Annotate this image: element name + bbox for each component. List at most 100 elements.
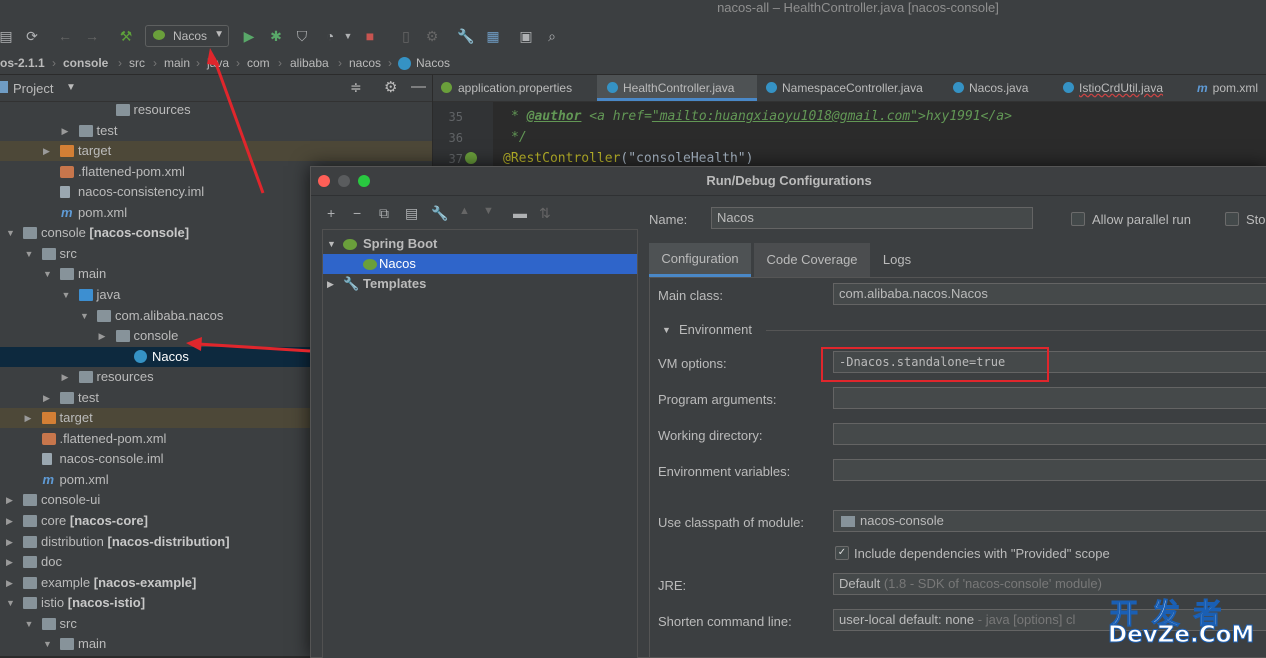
breadcrumb-item[interactable]: console	[63, 56, 108, 70]
allow-parallel-checkbox[interactable]	[1071, 212, 1085, 226]
gear-icon[interactable]: ⚙	[384, 78, 397, 96]
program-arguments-field[interactable]	[833, 387, 1266, 409]
forward-icon[interactable]: →	[82, 26, 102, 46]
tab-pom-xml[interactable]: m pom.xml	[1197, 75, 1258, 101]
project-structure-icon[interactable]: ▦	[483, 26, 503, 46]
save-icon[interactable]: ▤	[0, 26, 16, 46]
chevron-right-icon[interactable]: ▶	[6, 511, 13, 531]
tree-row-label: main	[78, 266, 107, 282]
breadcrumb-separator: ›	[118, 56, 122, 70]
folder-icon[interactable]: ▬	[513, 205, 527, 221]
mail-link[interactable]: "mailto:huangxiaoyu1018@gmail.com"	[652, 109, 918, 124]
tab-code-coverage[interactable]: Code Coverage	[754, 243, 870, 277]
store-checkbox[interactable]	[1225, 212, 1239, 226]
build-hammer-icon[interactable]: ⚒	[116, 26, 136, 46]
chevron-right-icon[interactable]: ▶	[43, 141, 50, 161]
chevron-right-icon[interactable]: ▶	[6, 490, 13, 510]
chevron-down-icon[interactable]: ▼	[6, 223, 15, 243]
tree-group-templates[interactable]: ▶ 🔧 Templates	[323, 274, 637, 294]
tree-row[interactable]: ▶ target	[0, 141, 432, 162]
run-configuration-selector[interactable]: Nacos ▼	[145, 25, 229, 47]
tab-namespace-controller[interactable]: NamespaceController.java	[766, 75, 923, 101]
run-icon[interactable]: ▶	[239, 26, 259, 46]
gear-debug-icon[interactable]: ⚙	[422, 26, 442, 46]
profile-menu-icon[interactable]: ▼	[338, 26, 358, 46]
breadcrumb-item[interactable]: java	[207, 56, 229, 70]
tree-row-label: target	[78, 143, 112, 159]
name-field[interactable]: Nacos	[711, 207, 1033, 229]
chevron-right-icon[interactable]: ▶	[6, 573, 13, 593]
tree-item-nacos[interactable]: Nacos	[323, 254, 637, 274]
folder-icon	[23, 494, 37, 507]
tab-health-controller[interactable]: HealthController.java	[597, 75, 757, 101]
folder-icon	[97, 309, 111, 322]
attach-icon[interactable]: ▯	[396, 26, 416, 46]
folder-icon	[23, 515, 37, 527]
chevron-down-icon[interactable]: ▼	[80, 306, 89, 326]
project-view-label[interactable]: Project	[13, 81, 53, 96]
breadcrumb-item[interactable]: Nacos	[416, 56, 450, 70]
environment-section-label[interactable]: Environment	[679, 322, 752, 337]
tab-logs[interactable]: Logs	[873, 243, 921, 277]
wrench-icon[interactable]: 🔧	[431, 205, 448, 222]
chevron-down-icon[interactable]: ▼	[25, 614, 34, 634]
tree-group-spring-boot[interactable]: ▼ Spring Boot	[323, 234, 637, 254]
breadcrumb-item[interactable]: src	[129, 56, 145, 70]
wrench-icon[interactable]: 🔧	[456, 26, 476, 46]
shorten-command-value: user-local default: none	[839, 612, 975, 627]
environment-variables-field[interactable]	[833, 459, 1266, 481]
spring-bean-icon[interactable]	[465, 152, 477, 164]
move-up-icon[interactable]: ▲	[459, 205, 470, 217]
working-directory-field[interactable]	[833, 423, 1266, 445]
chevron-right-icon[interactable]: ▶	[43, 388, 50, 408]
chevron-down-icon[interactable]: ▼	[25, 244, 34, 264]
terminal-icon[interactable]: ▣	[516, 26, 536, 46]
breadcrumb-item[interactable]: com	[247, 56, 270, 70]
tree-row[interactable]: ▶ test	[0, 121, 432, 141]
tab-configuration[interactable]: Configuration	[649, 243, 751, 277]
chevron-down-icon[interactable]: ▼	[6, 593, 15, 613]
spring-icon	[153, 30, 165, 40]
back-icon[interactable]: ←	[55, 26, 75, 46]
chevron-down-icon[interactable]: ▼	[662, 325, 671, 335]
sort-icon[interactable]: ⇅	[539, 205, 551, 222]
chevron-right-icon[interactable]: ▶	[6, 552, 13, 572]
breadcrumb-item[interactable]: alibaba	[290, 56, 329, 70]
hide-panel-icon[interactable]: —	[411, 78, 426, 95]
main-class-field[interactable]: com.alibaba.nacos.Nacos	[833, 283, 1266, 305]
chevron-right-icon[interactable]: ▶	[62, 367, 69, 387]
chevron-right-icon[interactable]: ▶	[25, 408, 32, 428]
tree-row[interactable]: resources	[0, 102, 432, 120]
chevron-down-icon[interactable]: ▼	[43, 634, 52, 654]
tab-istio-crd-util[interactable]: IstioCrdUtil.java	[1063, 75, 1163, 101]
stop-icon[interactable]: ■	[360, 26, 380, 46]
chevron-down-icon[interactable]: ▼	[62, 285, 71, 305]
chevron-right-icon[interactable]: ▶	[99, 326, 106, 346]
add-icon[interactable]: +	[327, 205, 335, 221]
tree-row-label: resources	[133, 102, 191, 117]
include-deps-checkbox[interactable]: ✓	[835, 546, 849, 560]
tab-application-properties[interactable]: application.properties	[441, 75, 572, 101]
remove-icon[interactable]: −	[353, 205, 361, 221]
breadcrumb-item[interactable]: nacos	[349, 56, 381, 70]
save-config-icon[interactable]: ▤	[405, 205, 418, 222]
project-icon	[0, 81, 8, 93]
sync-icon[interactable]: ⟳	[22, 26, 42, 46]
breadcrumb-item[interactable]: main	[164, 56, 190, 70]
debug-icon[interactable]: ✱	[266, 26, 286, 46]
chevron-down-icon[interactable]: ▼	[43, 264, 52, 284]
collapse-all-icon[interactable]: ≑	[350, 79, 362, 96]
chevron-right-icon[interactable]: ▶	[6, 532, 13, 552]
search-icon[interactable]: ⌕	[542, 26, 562, 46]
classpath-module-select[interactable]: nacos-console	[833, 510, 1266, 532]
folder-icon	[78, 124, 93, 137]
coverage-icon[interactable]: ⛉	[292, 26, 312, 46]
copy-icon[interactable]: ⧉	[379, 205, 389, 222]
breadcrumb-item[interactable]: os-2.1.1	[0, 56, 45, 70]
chevron-right-icon[interactable]: ▶	[62, 121, 69, 141]
chevron-down-icon[interactable]: ▼	[66, 82, 76, 93]
line-number: 37	[448, 152, 463, 166]
tab-nacos-java[interactable]: Nacos.java	[953, 75, 1028, 101]
move-down-icon[interactable]: ▼	[483, 205, 494, 217]
profile-icon[interactable]: ◔	[320, 26, 340, 46]
